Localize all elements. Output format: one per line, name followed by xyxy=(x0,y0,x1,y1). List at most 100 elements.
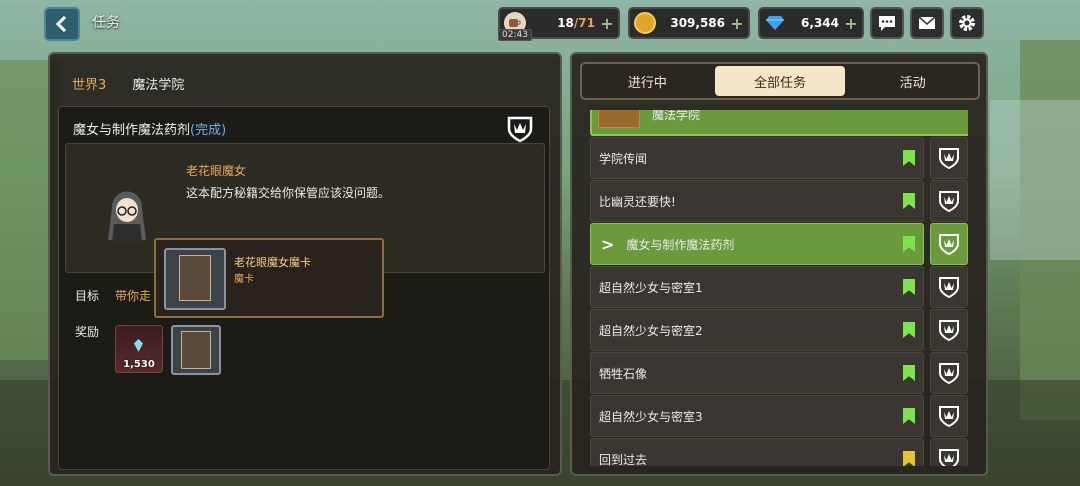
tab-all-quests[interactable]: 全部任务 xyxy=(714,66,846,96)
quest-row-button[interactable]: 超自然少女与密室2 xyxy=(590,309,924,351)
breadcrumb: 世界3 魔法学院 xyxy=(72,74,184,93)
mail-button[interactable] xyxy=(910,7,944,39)
quest-row-title: 超自然少女与密室3 xyxy=(599,409,703,424)
reward-card[interactable] xyxy=(171,325,221,375)
quest-group-title: 魔法学院 xyxy=(652,110,701,122)
tooltip-item-name: 老花眼魔女魔卡 xyxy=(234,256,311,269)
tooltip-card xyxy=(164,248,226,310)
quest-row-title: 回到过去 xyxy=(599,452,648,467)
quest-row-title: 学院传闻 xyxy=(599,151,648,166)
tab-events[interactable]: 活动 xyxy=(847,64,978,98)
gear-icon xyxy=(959,15,975,31)
quest-title: 魔女与制作魔法药剂(完成) xyxy=(73,123,227,138)
quest-row[interactable]: 牺牲石像 xyxy=(590,352,968,394)
chevron-right-icon: > xyxy=(601,234,615,254)
quest-emblem-button[interactable] xyxy=(930,223,968,265)
bookmark-icon xyxy=(903,451,915,466)
reward-gem-qty: 1,530 xyxy=(123,359,155,370)
add-gold-button[interactable]: + xyxy=(729,14,745,33)
bookmark-icon xyxy=(903,408,915,424)
card-image xyxy=(181,331,211,369)
breadcrumb-area: 魔法学院 xyxy=(132,78,185,93)
crystal-icon xyxy=(134,339,143,352)
quest-list-panel: 进行中 全部任务 活动 魔法学院 学院传闻比幽灵还要快! > 魔女与制作魔法药剂超自… xyxy=(570,52,988,476)
quest-emblem-icon xyxy=(939,277,959,298)
diamond-icon xyxy=(764,12,786,34)
gold-coin-icon xyxy=(634,12,656,34)
quest-emblem-button[interactable] xyxy=(930,309,968,351)
bookmark-icon xyxy=(903,193,915,209)
reward-gem[interactable]: 1,530 xyxy=(115,325,163,373)
quest-row-button[interactable]: 超自然少女与密室1 xyxy=(590,266,924,308)
scenery-sky xyxy=(990,100,1080,260)
reward-label: 奖励 xyxy=(75,325,100,339)
npc-portrait xyxy=(108,191,146,242)
back-button[interactable] xyxy=(44,7,80,41)
quest-emblem-button[interactable] xyxy=(930,438,968,466)
quest-emblem-icon xyxy=(939,148,959,169)
quest-row[interactable]: 超自然少女与密室2 xyxy=(590,309,968,351)
quest-row-title: 比幽灵还要快! xyxy=(599,194,676,209)
quest-row[interactable]: > 魔女与制作魔法药剂 xyxy=(590,223,968,265)
bookmark-icon xyxy=(903,236,915,252)
quest-group-header[interactable]: 魔法学院 xyxy=(590,110,968,136)
quest-emblem-button[interactable] xyxy=(930,137,968,179)
quest-tabs: 进行中 全部任务 活动 xyxy=(580,62,980,100)
quest-row-button[interactable]: 超自然少女与密室3 xyxy=(590,395,924,437)
chevron-left-icon xyxy=(55,16,67,32)
quest-emblem-icon xyxy=(939,191,959,212)
quest-emblem-icon xyxy=(939,406,959,427)
quest-row-title: 魔女与制作魔法药剂 xyxy=(626,237,735,252)
stamina-timer: 02:43 xyxy=(498,29,532,41)
tab-in-progress[interactable]: 进行中 xyxy=(582,64,713,98)
quest-row-button[interactable]: > 魔女与制作魔法药剂 xyxy=(590,223,924,265)
bookmark-icon xyxy=(903,322,915,338)
gem-value: 6,344 xyxy=(801,16,839,30)
gem-counter: 6,344 + xyxy=(758,7,864,39)
quest-row-title: 超自然少女与密室1 xyxy=(599,280,703,295)
breadcrumb-world[interactable]: 世界3 xyxy=(72,78,106,93)
stamina-total: /71 xyxy=(573,16,595,30)
quest-emblem-button[interactable] xyxy=(930,352,968,394)
quest-row-title: 超自然少女与密室2 xyxy=(599,323,703,338)
chest-icon xyxy=(598,110,640,128)
bookmark-icon xyxy=(903,365,915,381)
stamina-current: 18 xyxy=(557,16,574,30)
tooltip-item-type: 魔卡 xyxy=(234,274,254,285)
quest-emblem-icon xyxy=(939,363,959,384)
reward-tooltip: 老花眼魔女魔卡 魔卡 xyxy=(154,238,384,318)
envelope-icon xyxy=(918,16,936,29)
quest-row[interactable]: 回到过去 xyxy=(590,438,968,466)
goal-text: 带你走 xyxy=(115,289,152,303)
quest-row-title: 牺牲石像 xyxy=(599,366,648,381)
goal-label: 目标 xyxy=(75,289,100,303)
gold-value: 309,586 xyxy=(670,16,725,30)
quest-emblem-button[interactable] xyxy=(930,395,968,437)
npc-dialog-text: 这本配方秘籍交给你保管应该没问题。 xyxy=(186,186,391,200)
quest-row-button[interactable]: 牺牲石像 xyxy=(590,352,924,394)
chat-bubble-icon xyxy=(879,16,895,31)
page-title: 任务 xyxy=(92,15,120,31)
quest-emblem-button[interactable] xyxy=(930,180,968,222)
quest-emblem-icon xyxy=(939,320,959,341)
add-stamina-button[interactable]: + xyxy=(599,14,615,33)
quest-emblem-icon xyxy=(507,116,533,143)
quest-emblem-icon xyxy=(939,234,959,255)
bookmark-icon xyxy=(903,150,915,166)
quest-row-button[interactable]: 学院传闻 xyxy=(590,137,924,179)
quest-row[interactable]: 超自然少女与密室1 xyxy=(590,266,968,308)
quest-row[interactable]: 比幽灵还要快! xyxy=(590,180,968,222)
chat-button[interactable] xyxy=(870,7,904,39)
quest-list[interactable]: 魔法学院 学院传闻比幽灵还要快! > 魔女与制作魔法药剂超自然少女与密室1 超自然少女… xyxy=(590,110,968,466)
quest-status: (完成) xyxy=(190,123,227,138)
quest-emblem-icon xyxy=(939,449,959,466)
npc-name: 老花眼魔女 xyxy=(186,164,247,178)
add-gem-button[interactable]: + xyxy=(843,14,859,33)
quest-row[interactable]: 超自然少女与密室3 xyxy=(590,395,968,437)
quest-row[interactable]: 学院传闻 xyxy=(590,137,968,179)
bookmark-icon xyxy=(903,279,915,295)
quest-emblem-button[interactable] xyxy=(930,266,968,308)
quest-row-button[interactable]: 比幽灵还要快! xyxy=(590,180,924,222)
settings-button[interactable] xyxy=(950,7,984,39)
quest-row-button[interactable]: 回到过去 xyxy=(590,438,924,466)
